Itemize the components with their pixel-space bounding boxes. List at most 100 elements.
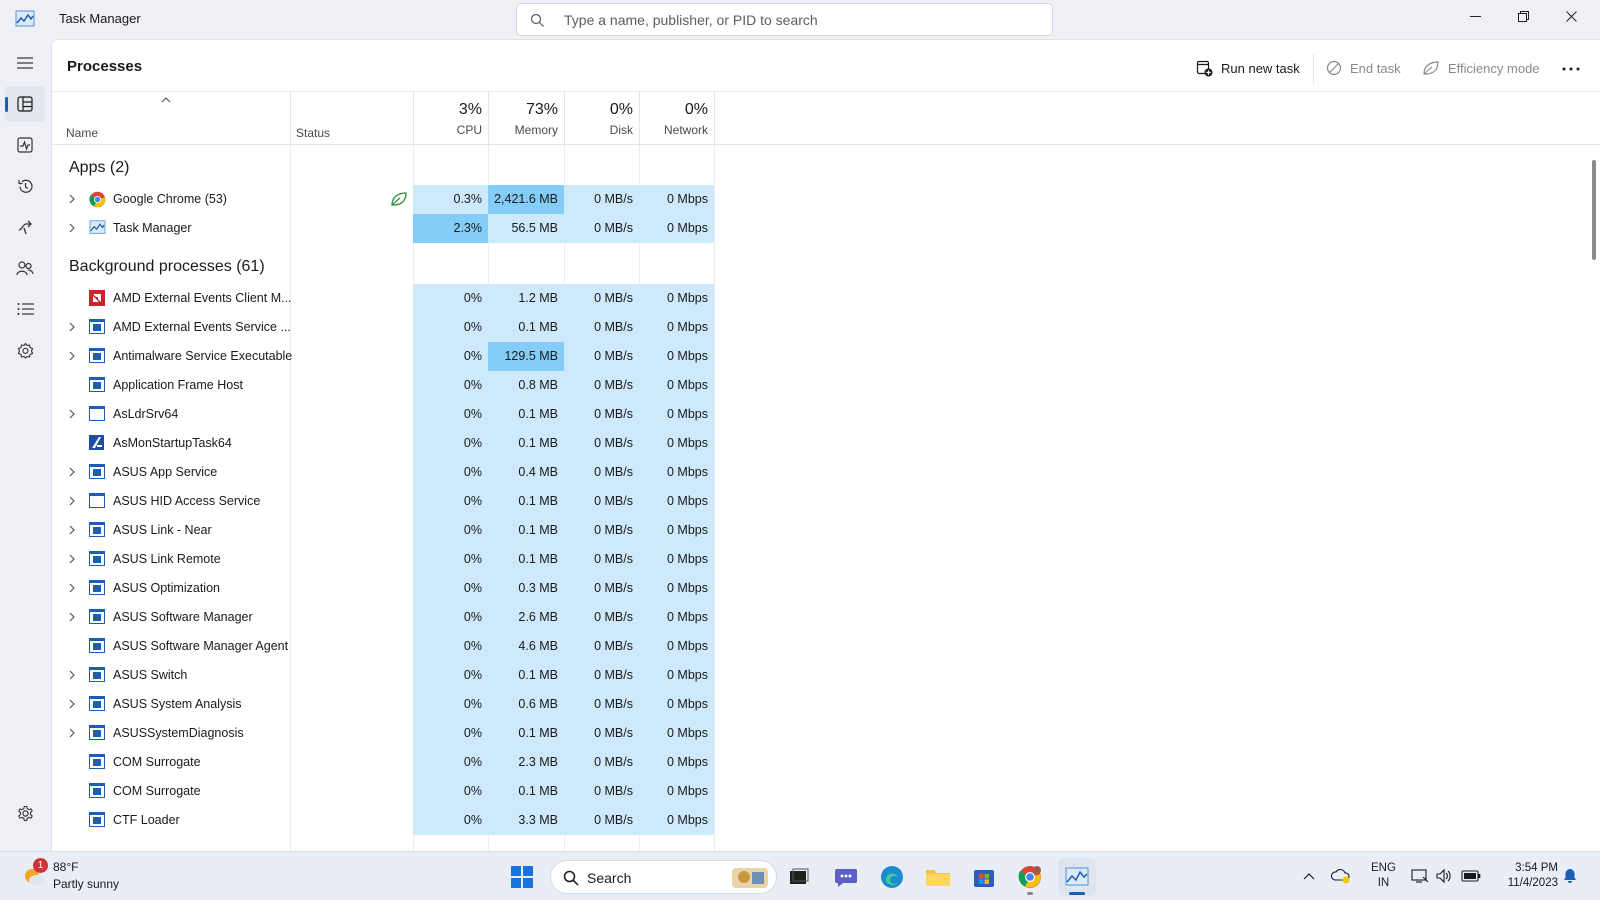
run-new-task-button[interactable]: Run new task [1196,55,1300,81]
expand-chevron-icon[interactable] [67,467,77,477]
asus-icon [89,435,106,452]
sort-up-icon[interactable] [161,97,171,103]
efficiency-mode-button[interactable]: Efficiency mode [1422,55,1540,81]
nav-details[interactable] [5,291,45,327]
cpu-label: CPU [456,123,482,137]
nav-processes[interactable] [5,86,45,122]
process-row[interactable]: Antimalware Service Executable 0% 129.5 MB… [52,342,752,371]
file-explorer-button[interactable] [919,858,957,896]
end-task-button[interactable]: End task [1326,55,1401,81]
network-cell: 0 Mbps [639,719,714,748]
column-memory[interactable]: 73% Memory [488,92,564,146]
chat-icon [835,869,857,887]
cpu-cell: 0% [413,632,488,661]
minimize-button[interactable] [1452,0,1498,32]
process-row[interactable]: AsLdrSrv64 0% 0.1 MB 0 MB/s 0 Mbps [52,400,752,429]
process-row[interactable]: ASUS Software Manager 0% 2.6 MB 0 MB/s 0 Mbp… [52,603,752,632]
close-button[interactable] [1548,0,1594,32]
process-row[interactable]: COM Surrogate 0% 2.3 MB 0 MB/s 0 Mbps [52,748,752,777]
search-placeholder[interactable]: Type a name, publisher, or PID to search [564,12,818,28]
task-view-button[interactable] [780,858,818,896]
weather-desc[interactable]: Partly sunny [53,877,119,891]
clock[interactable]: 3:54 PM 11/4/2023 [1491,861,1558,891]
teams-chat-button[interactable] [827,858,865,896]
nav-performance[interactable] [5,127,45,163]
process-row[interactable]: ASUS Link - Near 0% 0.1 MB 0 MB/s 0 Mbps [52,516,752,545]
process-row[interactable]: Application Frame Host 0% 0.8 MB 0 MB/s 0 Mb… [52,371,752,400]
column-network[interactable]: 0% Network [639,92,714,146]
expand-chevron-icon[interactable] [67,583,77,593]
expand-chevron-icon[interactable] [67,496,77,506]
store-button[interactable] [965,858,1003,896]
process-row[interactable]: ASUS System Analysis 0% 0.6 MB 0 MB/s 0 Mbps [52,690,752,719]
expand-chevron-icon[interactable] [67,409,77,419]
process-row[interactable]: Google Chrome (53) 0.3% 2,421.6 MB 0 MB/s 0 … [52,185,752,214]
network-cell: 0 Mbps [639,516,714,545]
nav-services[interactable] [5,332,45,368]
search-box[interactable]: Type a name, publisher, or PID to search [516,3,1053,36]
restore-button[interactable] [1500,0,1546,32]
nav-app-history[interactable] [5,168,45,204]
volume-icon[interactable] [1434,866,1454,886]
process-row[interactable]: ASUS App Service 0% 0.4 MB 0 MB/s 0 Mbps [52,458,752,487]
notification-bell-icon[interactable] [1560,866,1580,886]
nav-users[interactable] [5,250,45,286]
memory-cell: 0.4 MB [488,458,564,487]
vertical-scrollbar[interactable] [1592,160,1596,260]
disk-cell: 0 MB/s [564,400,639,429]
edge-button[interactable] [873,858,911,896]
process-name: COM Surrogate [113,784,201,798]
onedrive-warning-icon[interactable] [1331,866,1351,886]
column-name[interactable]: Name [66,126,98,140]
more-options-icon[interactable] [1557,56,1585,82]
language-indicator[interactable]: ENG IN [1371,861,1396,891]
process-row[interactable]: ASUS Optimization 0% 0.3 MB 0 MB/s 0 Mbps [52,574,752,603]
process-row[interactable]: ASUS Software Manager Agent 0% 4.6 MB 0 MB/… [52,632,752,661]
chrome-button[interactable] [1011,858,1049,896]
expand-chevron-icon[interactable] [67,525,77,535]
process-row[interactable]: COM Surrogate 0% 0.1 MB 0 MB/s 0 Mbps [52,777,752,806]
process-row[interactable]: AsMonStartupTask64 0% 0.1 MB 0 MB/s 0 Mbps [52,429,752,458]
expand-chevron-icon[interactable] [67,322,77,332]
nav-startup-apps[interactable] [5,209,45,245]
expand-chevron-icon[interactable] [67,612,77,622]
expand-chevron-icon[interactable] [67,554,77,564]
process-row[interactable]: CTF Loader 0% 3.3 MB 0 MB/s 0 Mbps [52,806,752,835]
expand-chevron-icon[interactable] [67,670,77,680]
expand-chevron-icon[interactable] [67,699,77,709]
network-total: 0% [684,101,708,118]
amd-icon [89,290,106,307]
section-apps[interactable]: Apps (2) [69,159,129,177]
disk-cell: 0 MB/s [564,690,639,719]
weather-temp[interactable]: 88°F [53,860,78,874]
start-button[interactable] [503,858,541,896]
expand-chevron-icon[interactable] [67,194,77,204]
process-row[interactable]: ASUS HID Access Service 0% 0.1 MB 0 MB/s 0 M… [52,487,752,516]
show-hidden-icons[interactable] [1299,866,1319,886]
network-cell: 0 Mbps [639,632,714,661]
hamburger-icon[interactable] [5,45,45,81]
process-row[interactable]: AMD External Events Service ... 0% 0.1 MB 0… [52,313,752,342]
task-manager-taskbar-button[interactable] [1058,858,1096,896]
memory-cell: 0.1 MB [488,719,564,748]
cpu-cell: 2.3% [413,214,488,243]
process-row[interactable]: AMD External Events Client M... 0% 1.2 MB 0… [52,284,752,313]
network-cell: 0 Mbps [639,574,714,603]
battery-icon[interactable] [1461,866,1481,886]
nav-settings[interactable] [5,795,45,831]
taskbar-search[interactable]: Search [550,860,777,894]
process-row[interactable]: ASUS Switch 0% 0.1 MB 0 MB/s 0 Mbps [52,661,752,690]
performance-icon [17,137,33,153]
expand-chevron-icon[interactable] [67,728,77,738]
network-icon[interactable] [1410,866,1430,886]
column-disk[interactable]: 0% Disk [564,92,639,146]
process-row[interactable]: ASUS Link Remote 0% 0.1 MB 0 MB/s 0 Mbps [52,545,752,574]
process-row[interactable]: Task Manager 2.3% 56.5 MB 0 MB/s 0 Mbps [52,214,752,243]
column-status[interactable]: Status [296,126,330,140]
expand-chevron-icon[interactable] [67,351,77,361]
process-row[interactable]: ASUSSystemDiagnosis 0% 0.1 MB 0 MB/s 0 Mbps [52,719,752,748]
column-cpu[interactable]: 3% CPU [413,92,488,146]
network-cell: 0 Mbps [639,661,714,690]
section-background[interactable]: Background processes (61) [69,258,265,276]
expand-chevron-icon[interactable] [67,223,77,233]
